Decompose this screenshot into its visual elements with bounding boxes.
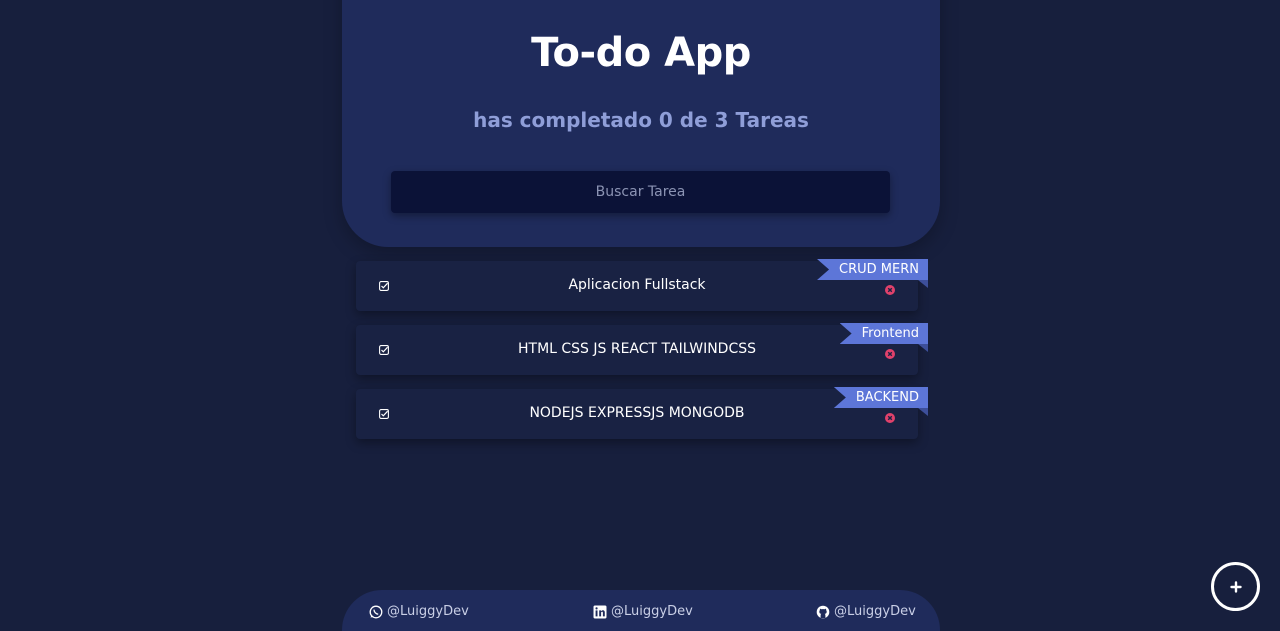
linkedin-icon — [593, 605, 607, 618]
task-tag: Frontend — [839, 323, 928, 344]
task-text: NODEJS EXPRESSJS MONGODB — [529, 405, 745, 421]
delete-icon[interactable] — [885, 349, 895, 359]
tag-fold — [918, 408, 928, 416]
header-card: To-do App has completado 0 de 3 Tareas — [342, 0, 940, 247]
task-item: Aplicacion Fullstack CRUD MERN — [356, 259, 928, 311]
task-list: Aplicacion Fullstack CRUD MERN HTML CSS … — [356, 259, 928, 453]
search-input[interactable] — [391, 171, 890, 213]
whatsapp-icon — [369, 605, 383, 618]
todo-app: To-do App has completado 0 de 3 Tareas A… — [0, 0, 1280, 631]
footer-link-github[interactable]: @LuiggyDev — [816, 604, 916, 619]
task-text: HTML CSS JS REACT TAILWINDCSS — [517, 341, 756, 357]
footer-link-label: @LuiggyDev — [387, 604, 469, 619]
page-title: To-do App — [531, 30, 751, 76]
delete-icon[interactable] — [885, 285, 895, 295]
footer-link-whatsapp[interactable]: @LuiggyDev — [369, 604, 469, 619]
github-icon — [816, 605, 830, 618]
task-item: HTML CSS JS REACT TAILWINDCSS Frontend — [356, 323, 928, 375]
task-tag: BACKEND — [833, 387, 928, 408]
footer: @LuiggyDev @LuiggyDev @LuiggyDev — [342, 590, 940, 631]
delete-icon[interactable] — [885, 413, 895, 423]
plus-icon — [1229, 580, 1242, 593]
footer-link-label: @LuiggyDev — [834, 604, 916, 619]
tag-fold — [918, 344, 928, 352]
tag-fold — [918, 280, 928, 288]
add-task-button[interactable] — [1211, 562, 1260, 611]
task-tag: CRUD MERN — [817, 259, 928, 280]
completion-summary: has completado 0 de 3 Tareas — [473, 108, 809, 132]
footer-link-linkedin[interactable]: @LuiggyDev — [593, 604, 693, 619]
footer-link-label: @LuiggyDev — [611, 604, 693, 619]
task-item: NODEJS EXPRESSJS MONGODB BACKEND — [356, 387, 928, 439]
